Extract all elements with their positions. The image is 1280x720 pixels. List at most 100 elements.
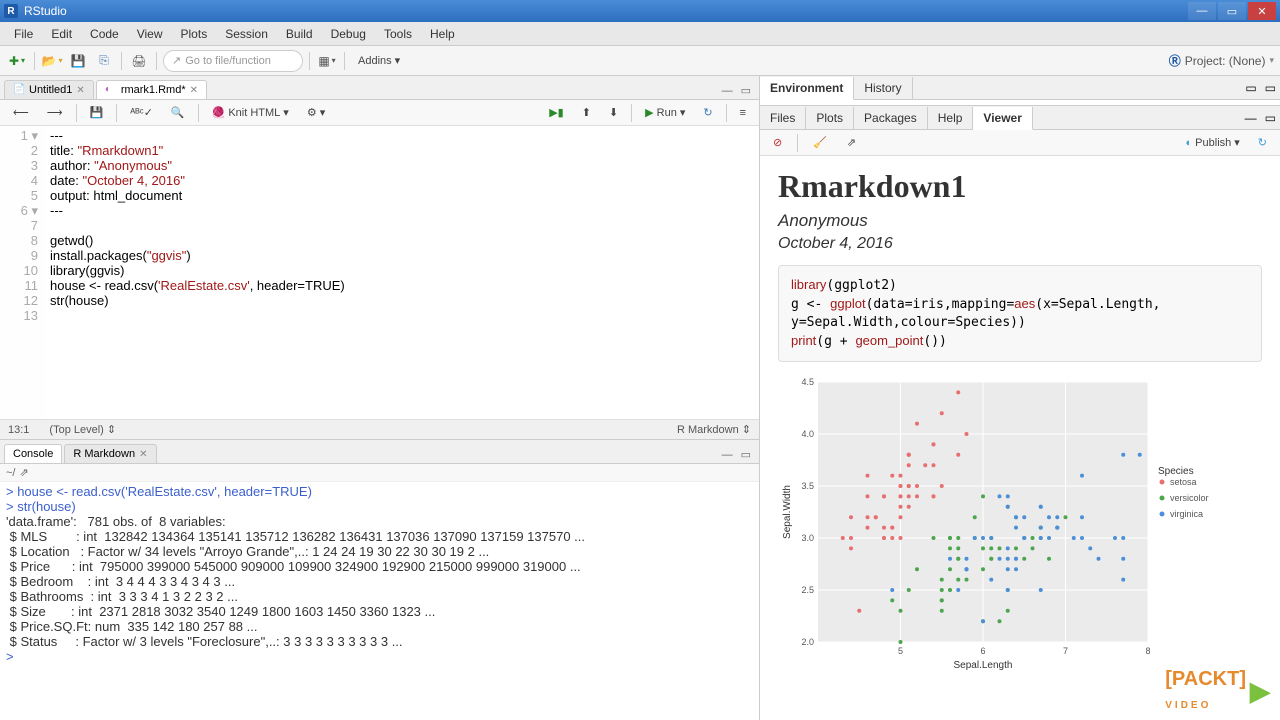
window-titlebar: R RStudio — ▭ ✕ <box>0 0 1280 22</box>
minimize-button[interactable]: — <box>1188 2 1216 20</box>
tab-history[interactable]: History <box>854 77 912 99</box>
close-icon[interactable]: ✕ <box>190 85 198 96</box>
app-icon: R <box>4 4 18 18</box>
menu-tools[interactable]: Tools <box>376 24 420 44</box>
maximize-pane-icon[interactable]: ▭ <box>737 446 755 463</box>
tab-untitled[interactable]: 📄Untitled1✕ <box>4 80 94 99</box>
lang-label[interactable]: R Markdown ⇕ <box>677 423 751 436</box>
tab-plots[interactable]: Plots <box>806 107 854 129</box>
menu-build[interactable]: Build <box>278 24 321 44</box>
forward-button[interactable]: ⟶ <box>40 103 70 123</box>
close-icon[interactable]: ✕ <box>139 449 147 460</box>
r-icon: Ⓡ <box>1169 52 1181 69</box>
menu-plots[interactable]: Plots <box>173 24 216 44</box>
down-button[interactable]: ⬇ <box>602 103 625 123</box>
tab-help[interactable]: Help <box>928 107 974 129</box>
publish-icon: ◐ <box>1186 137 1193 149</box>
close-icon[interactable]: ✕ <box>76 85 84 96</box>
goto-file-input[interactable]: ↗Go to file/function <box>163 50 303 72</box>
source-editor[interactable]: 1 ▾23456 ▾78910111213 ---title: "Rmarkdo… <box>0 126 759 419</box>
open-file-button[interactable]: 📂 <box>41 50 63 72</box>
tab-viewer[interactable]: Viewer <box>973 107 1032 130</box>
spellcheck-button[interactable]: ᴬᴮᶜ✓ <box>123 103 160 123</box>
maximize-pane-icon[interactable]: ▭ <box>1261 107 1280 129</box>
back-button[interactable]: ⟵ <box>6 103 36 123</box>
window-title: RStudio <box>24 4 1188 18</box>
svg-text:4.5: 4.5 <box>801 377 814 387</box>
run-button[interactable]: ▶Run ▾ <box>638 103 692 123</box>
environment-tabbar: Environment History ▭ ▭ <box>760 76 1280 100</box>
save-source-button[interactable]: 💾 <box>83 103 111 123</box>
publish-button[interactable]: ◐Publish ▾ <box>1179 133 1247 153</box>
popout-icon[interactable]: ⇗ <box>19 466 28 479</box>
svg-text:4.0: 4.0 <box>801 429 814 439</box>
viewer-content: Rmarkdown1 Anonymous October 4, 2016 lib… <box>760 156 1280 720</box>
source-tabbar: 📄Untitled1✕ ◐rmark1.Rmd*✕ — ▭ <box>0 76 759 100</box>
main-toolbar: ✚ 📂 💾 ⎘ 🖨 ↗Go to file/function ▦ Addins … <box>0 46 1280 76</box>
menubar: File Edit Code View Plots Session Build … <box>0 22 1280 46</box>
save-button[interactable]: 💾 <box>67 50 89 72</box>
maximize-pane-icon[interactable]: ▭ <box>1261 77 1280 99</box>
maximize-button[interactable]: ▭ <box>1218 2 1246 20</box>
new-file-button[interactable]: ✚ <box>6 50 28 72</box>
svg-text:2.0: 2.0 <box>801 637 814 647</box>
menu-debug[interactable]: Debug <box>323 24 374 44</box>
refresh-viewer-button[interactable]: ↻ <box>1251 133 1274 153</box>
addins-button[interactable]: Addins ▾ <box>351 51 407 71</box>
tab-console[interactable]: Console <box>4 444 62 463</box>
remove-viewer-button[interactable]: ⊘ <box>766 133 789 153</box>
svg-text:Species: Species <box>1158 466 1194 477</box>
svg-text:6: 6 <box>980 646 985 656</box>
doc-author: Anonymous <box>778 211 1262 231</box>
svg-text:3.0: 3.0 <box>801 533 814 543</box>
run-icon: ▶ <box>645 106 653 119</box>
scope-label[interactable]: (Top Level) ⇕ <box>49 423 116 436</box>
knit-button[interactable]: 🧶Knit HTML ▾ <box>205 103 296 123</box>
tab-files[interactable]: Files <box>760 107 806 129</box>
menu-code[interactable]: Code <box>82 24 127 44</box>
console-output[interactable]: > house <- read.csv('RealEstate.csv', he… <box>0 482 759 720</box>
console-tabbar: Console R Markdown✕ — ▭ <box>0 440 759 464</box>
grid-button[interactable]: ▦ <box>316 50 338 72</box>
cursor-position: 13:1 <box>8 424 29 436</box>
watermark: [PACKT]VIDEO ▶ <box>1165 668 1270 714</box>
close-button[interactable]: ✕ <box>1248 2 1276 20</box>
up-button[interactable]: ⬆ <box>575 103 598 123</box>
outline-button[interactable]: ≡ <box>733 103 753 123</box>
tab-rmark1[interactable]: ◐rmark1.Rmd*✕ <box>96 80 207 99</box>
tab-rmarkdown[interactable]: R Markdown✕ <box>64 444 156 463</box>
menu-help[interactable]: Help <box>422 24 463 44</box>
svg-text:7: 7 <box>1063 646 1068 656</box>
viewer-toolbar: ⊘ 🧹 ⇗ ◐Publish ▾ ↻ <box>760 130 1280 156</box>
knit-icon: 🧶 <box>212 106 226 119</box>
svg-text:virginica: virginica <box>1170 509 1203 519</box>
svg-text:5: 5 <box>898 646 903 656</box>
maximize-pane-icon[interactable]: ▭ <box>737 82 755 99</box>
menu-edit[interactable]: Edit <box>43 24 80 44</box>
print-button[interactable]: 🖨 <box>128 50 150 72</box>
gear-button[interactable]: ⚙ ▾ <box>300 103 332 123</box>
tab-packages[interactable]: Packages <box>854 107 928 129</box>
svg-text:setosa: setosa <box>1170 477 1197 487</box>
svg-text:versicolor: versicolor <box>1170 493 1209 503</box>
clear-viewer-button[interactable]: 🧹 <box>806 133 834 153</box>
chunk-nav-button[interactable]: ▶▮ <box>542 103 571 123</box>
console-path: ~/ ⇗ <box>0 464 759 482</box>
svg-text:8: 8 <box>1145 646 1150 656</box>
minimize-pane-icon[interactable]: — <box>718 447 737 463</box>
minimize-pane-icon[interactable]: — <box>1241 107 1261 129</box>
menu-session[interactable]: Session <box>217 24 276 44</box>
project-label[interactable]: Project: (None) <box>1185 54 1266 68</box>
rerun-button[interactable]: ↻ <box>696 103 719 123</box>
source-statusbar: 13:1 (Top Level) ⇕ R Markdown ⇕ <box>0 419 759 439</box>
tab-environment[interactable]: Environment <box>760 77 854 100</box>
gear-icon: ⚙ <box>307 106 317 119</box>
minimize-pane-icon[interactable]: ▭ <box>1241 77 1260 99</box>
rmd-icon: ◐ <box>105 84 117 96</box>
popout-viewer-button[interactable]: ⇗ <box>840 133 863 153</box>
menu-file[interactable]: File <box>6 24 41 44</box>
minimize-pane-icon[interactable]: — <box>718 83 737 99</box>
find-button[interactable]: 🔍 <box>164 103 192 123</box>
menu-view[interactable]: View <box>129 24 171 44</box>
save-all-button[interactable]: ⎘ <box>93 50 115 72</box>
